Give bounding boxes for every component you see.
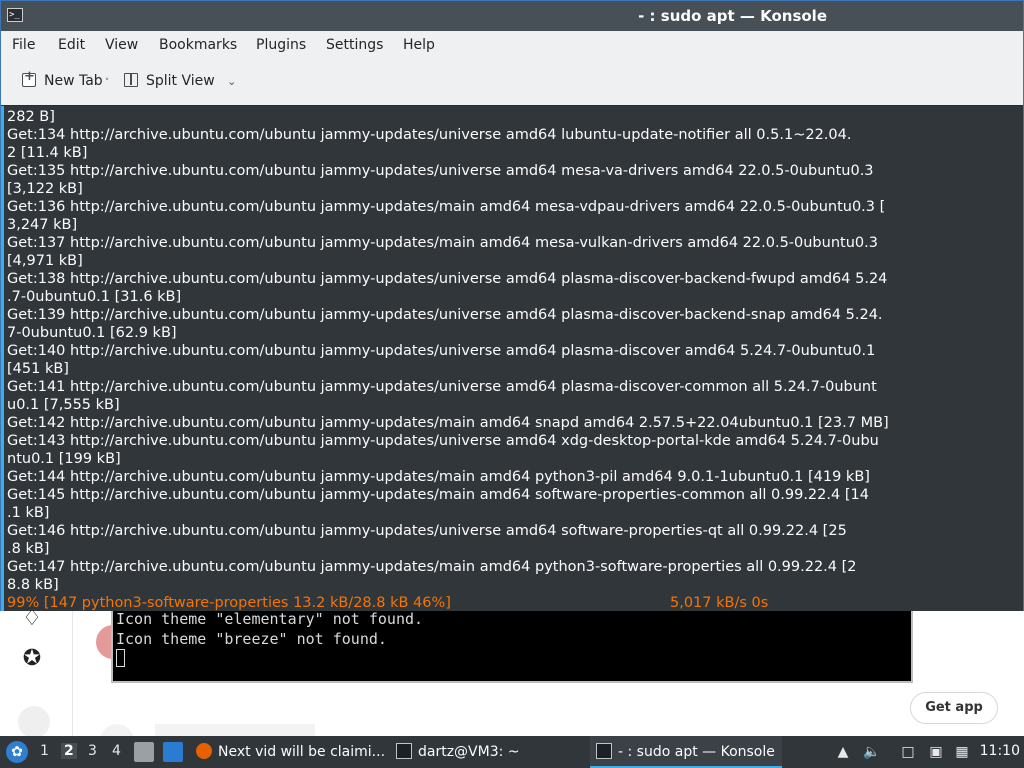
rail-placeholder	[18, 706, 50, 738]
title-bar[interactable]: >_ - : sudo apt — Konsole	[1, 1, 1023, 31]
terminal-line: Get:136 http://archive.ubuntu.com/ubuntu…	[7, 199, 886, 215]
terminal-line: Get:146 http://archive.ubuntu.com/ubuntu…	[7, 523, 847, 539]
window-title: - : sudo apt — Konsole	[638, 7, 827, 25]
upload-icon[interactable]: ▲	[835, 744, 851, 760]
embedded-terminal-output: Icon theme "elementary" not found. Icon …	[116, 610, 424, 648]
get-app-button[interactable]: Get app	[910, 692, 998, 724]
terminal-line: [451 kB]	[7, 361, 69, 377]
firefox-icon	[196, 743, 212, 759]
terminal-line: Get:144 http://archive.ubuntu.com/ubuntu…	[7, 469, 870, 485]
task-label: dartz@VM3: ~	[418, 744, 520, 760]
terminal-line: Get:143 http://archive.ubuntu.com/ubuntu…	[7, 433, 879, 449]
toolbar: New Tab˅ Split View ⌄	[1, 63, 1023, 103]
network-icon[interactable]: ▦	[954, 744, 970, 760]
focus-indicator	[1, 106, 4, 611]
menu-bar: File Edit View Bookmarks Plugins Setting…	[1, 31, 1023, 61]
menu-view[interactable]: View	[105, 37, 138, 53]
terminal-line: Get:137 http://archive.ubuntu.com/ubuntu…	[7, 235, 878, 251]
file-manager-icon[interactable]	[134, 742, 154, 762]
chevron-down-icon: ˅	[104, 78, 110, 88]
desktop-3[interactable]: 3	[88, 743, 97, 759]
desktop-4[interactable]: 4	[112, 743, 121, 759]
terminal-line: Get:142 http://archive.ubuntu.com/ubuntu…	[7, 415, 889, 431]
terminal-line: 7-0ubuntu0.1 [62.9 kB]	[7, 325, 177, 341]
desktop-1[interactable]: 1	[40, 743, 49, 759]
terminal-line: Get:147 http://archive.ubuntu.com/ubuntu…	[7, 559, 857, 575]
terminal-line: Get:138 http://archive.ubuntu.com/ubuntu…	[7, 271, 888, 287]
terminal-icon	[396, 743, 412, 759]
konsole-window: >_ - : sudo apt — Konsole File Edit View…	[0, 0, 1024, 611]
task-label: - : sudo apt — Konsole	[618, 744, 775, 760]
volume-icon[interactable]: 🔈	[863, 744, 880, 760]
desktop-2[interactable]: 2	[61, 743, 77, 759]
terminal-line: Get:139 http://archive.ubuntu.com/ubuntu…	[7, 307, 883, 323]
terminal-line: 8.8 kB]	[7, 577, 59, 593]
terminal-line: Get:140 http://archive.ubuntu.com/ubuntu…	[7, 343, 876, 359]
terminal-line: Get:135 http://archive.ubuntu.com/ubuntu…	[7, 163, 874, 179]
terminal-line: .8 kB]	[7, 541, 50, 557]
menu-file[interactable]: File	[12, 37, 35, 53]
menu-help[interactable]: Help	[403, 37, 435, 53]
terminal-line: 3,247 kB]	[7, 217, 78, 233]
terminal-line: .7-0ubuntu0.1 [31.6 kB]	[7, 289, 182, 305]
terminal-line: 2 [11.4 kB]	[7, 145, 88, 161]
terminal-line: Get:145 http://archive.ubuntu.com/ubuntu…	[7, 487, 869, 503]
terminal-line: Get:141 http://archive.ubuntu.com/ubuntu…	[7, 379, 877, 395]
menu-plugins[interactable]: Plugins	[256, 37, 306, 53]
clipboard-icon[interactable]: □	[900, 744, 916, 760]
terminal-output: 282 B] Get:134 http://archive.ubuntu.com/…	[7, 108, 889, 594]
terminal-cursor	[116, 649, 125, 667]
menu-edit[interactable]: Edit	[58, 37, 85, 53]
terminal-line: [4,971 kB]	[7, 253, 83, 269]
terminal-icon[interactable]: >_	[7, 8, 23, 22]
display-icon[interactable]: ▣	[928, 744, 944, 760]
terminal-line: .1 kB]	[7, 505, 50, 521]
apt-progress: 99% [147 python3-software-properties 13.…	[7, 595, 451, 611]
terminal-icon	[596, 743, 612, 759]
placeholder-bar	[155, 724, 315, 736]
embedded-terminal[interactable]: Icon theme "elementary" not found. Icon …	[111, 605, 913, 683]
new-tab-label: New Tab	[44, 73, 103, 89]
terminal-line: ntu0.1 [199 kB]	[7, 451, 121, 467]
terminal-line: 282 B]	[7, 109, 55, 125]
new-tab-button[interactable]: New Tab˅	[22, 69, 110, 95]
split-view-icon	[124, 73, 138, 87]
terminal-view[interactable]: 282 B] Get:134 http://archive.ubuntu.com/…	[1, 105, 1023, 611]
task-konsole[interactable]: - : sudo apt — Konsole	[590, 736, 782, 768]
menu-settings[interactable]: Settings	[326, 37, 383, 53]
terminal-line: Get:134 http://archive.ubuntu.com/ubuntu…	[7, 127, 852, 143]
taskbar: ✿ 1 2 3 4 Next vid will be claimi... dar…	[0, 736, 1024, 768]
task-terminal[interactable]: dartz@VM3: ~	[396, 736, 584, 768]
terminal-line: [3,122 kB]	[7, 181, 83, 197]
show-desktop-icon[interactable]	[163, 742, 183, 762]
terminal-line: u0.1 [7,555 kB]	[7, 397, 120, 413]
task-label: Next vid will be claimi...	[218, 744, 386, 760]
background-left-rail: ♢ ✪	[0, 606, 73, 738]
clock[interactable]: 11:10	[980, 743, 1020, 759]
start-menu-icon[interactable]: ✿	[6, 741, 28, 763]
new-tab-icon	[22, 69, 36, 87]
menu-bookmarks[interactable]: Bookmarks	[159, 37, 237, 53]
split-view-label: Split View	[146, 73, 215, 89]
task-firefox[interactable]: Next vid will be claimi...	[196, 736, 386, 768]
apt-speed: 5,017 kB/s 0s	[670, 595, 769, 611]
chevron-down-icon[interactable]: ⌄	[227, 75, 236, 88]
medal-icon[interactable]: ✪	[18, 645, 46, 673]
split-view-button[interactable]: Split View ⌄	[124, 73, 236, 95]
